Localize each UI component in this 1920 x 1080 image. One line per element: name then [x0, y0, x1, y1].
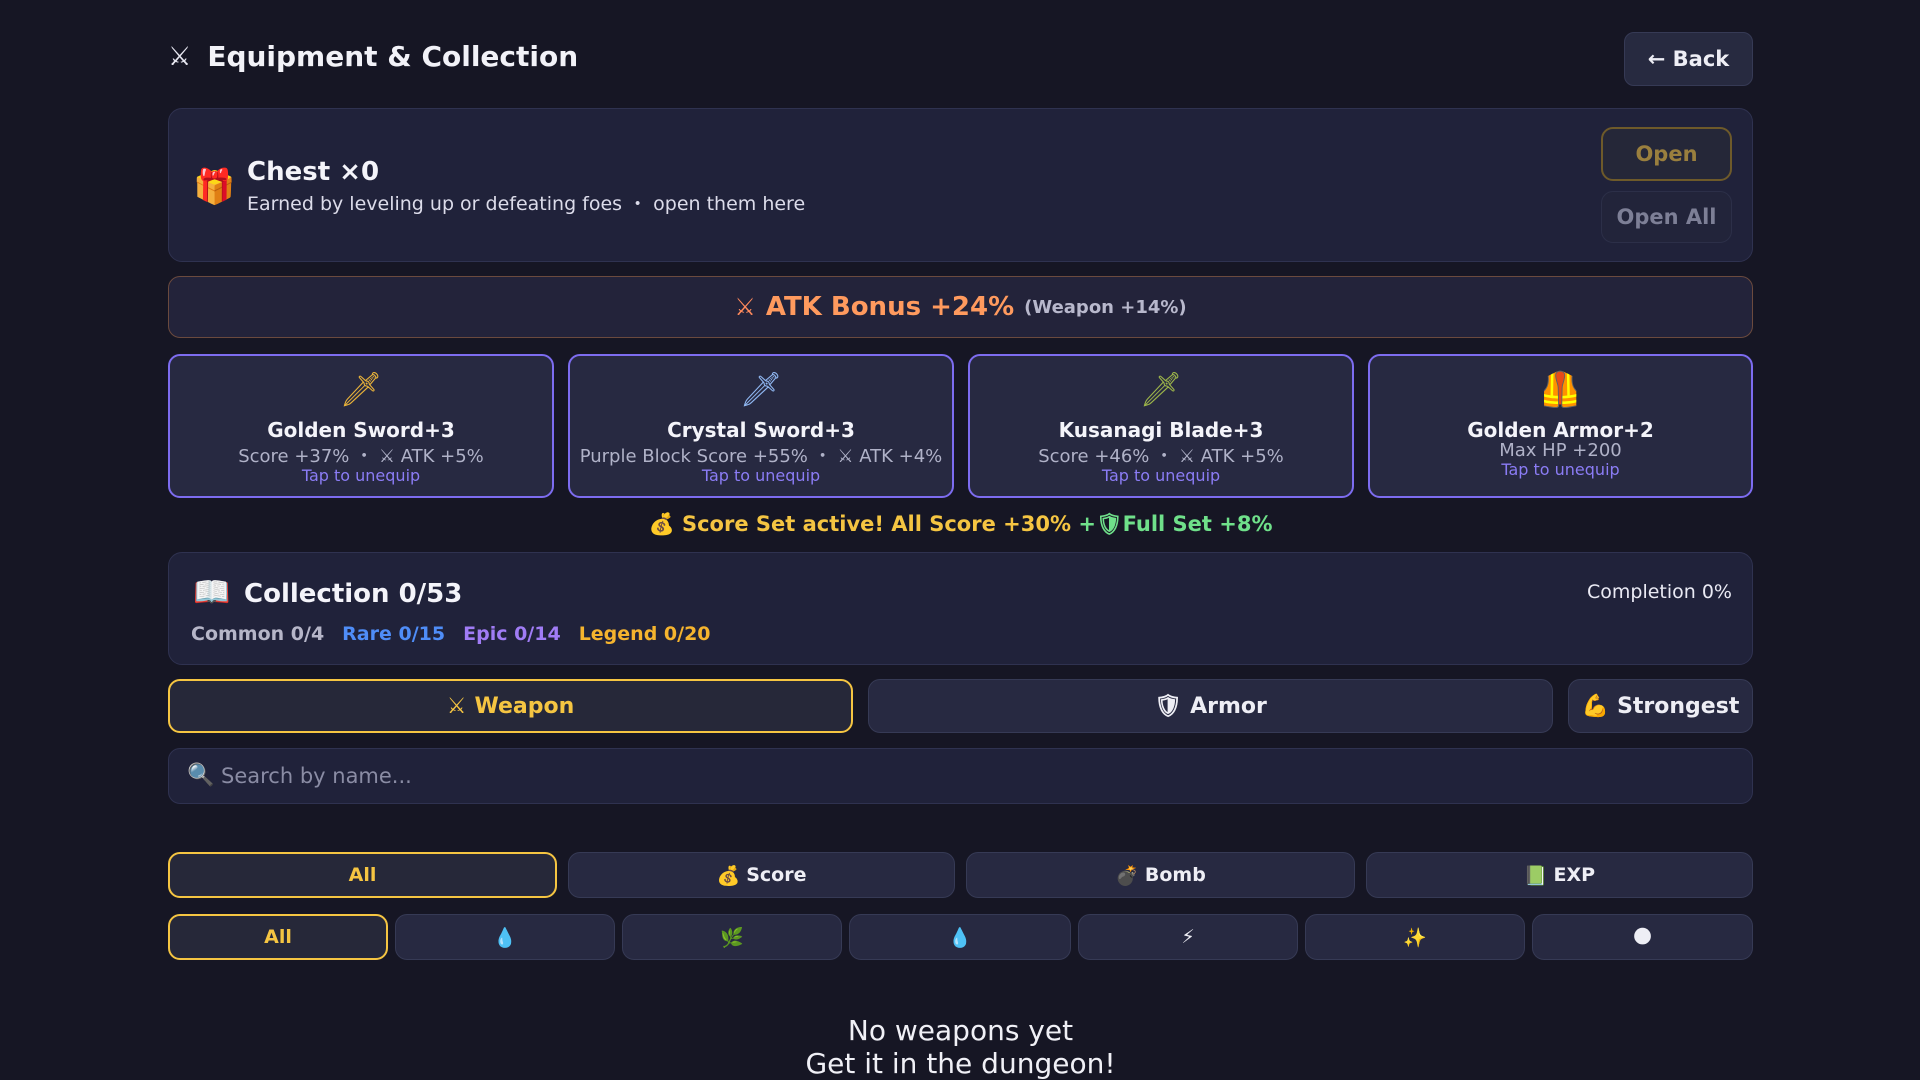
- item-name: Golden Armor+2: [1467, 418, 1654, 442]
- full-set-bonus: +🛡Full Set +8%: [1078, 512, 1273, 536]
- item-stats: Purple Block Score +55% ・ ⚔ ATK +4%: [579, 446, 943, 467]
- rarity-legend: Legend 0/20: [578, 623, 711, 645]
- tab-weapon[interactable]: ⚔ Weapon: [168, 679, 853, 733]
- empty-title: No weapons yet: [847, 1014, 1074, 1047]
- filter-type-bomb[interactable]: 💣 Bomb: [966, 852, 1355, 898]
- item-name: Kusanagi Blade+3: [1058, 418, 1264, 442]
- filter-type-score[interactable]: 💰 Score: [568, 852, 955, 898]
- golden-armor-icon: 🦺: [1539, 370, 1582, 410]
- collection-panel: 📖 Collection 0/53 Completion 0% Common 0…: [168, 552, 1753, 665]
- rarity-breakdown: Common 0/4 Rare 0/15 Epic 0/14 Legend 0/…: [191, 623, 711, 645]
- equipped-slot-crystal-sword[interactable]: 🗡 Crystal Sword+3 Purple Block Score +55…: [568, 354, 954, 498]
- search-box: 🔍: [168, 748, 1753, 804]
- gift-icon: 🎁: [193, 167, 236, 207]
- chest-count: Chest ×0: [247, 157, 380, 187]
- collection-count: Collection 0/53: [244, 579, 463, 609]
- bomb-icon: 💣: [1115, 864, 1139, 887]
- search-input[interactable]: [221, 757, 1721, 795]
- book-icon: 📖: [193, 575, 231, 610]
- equipped-slot-golden-armor[interactable]: 🦺 Golden Armor+2 Max HP +200 Tap to uneq…: [1368, 354, 1753, 498]
- shield-icon: 🛡: [1154, 693, 1183, 719]
- filter-label: EXP: [1553, 864, 1596, 886]
- rarity-rare: Rare 0/15: [342, 623, 446, 645]
- filter-label: Bomb: [1144, 864, 1206, 886]
- filter-element-wind-icon[interactable]: 🌿: [622, 914, 842, 960]
- back-button[interactable]: ← Back: [1624, 32, 1753, 86]
- atk-bonus-bar: ⚔ ATK Bonus +24% (Weapon +14%): [168, 276, 1753, 338]
- item-stats: Score +46% ・ ⚔ ATK +5%: [1038, 446, 1284, 467]
- tab-strongest[interactable]: 💪 Strongest: [1568, 679, 1753, 733]
- rarity-epic: Epic 0/14: [463, 623, 561, 645]
- crossed-swords-icon: ⚔: [446, 693, 467, 719]
- unequip-hint: Tap to unequip: [301, 466, 421, 485]
- item-stats: Score +37% ・ ⚔ ATK +5%: [238, 446, 484, 467]
- tab-armor[interactable]: 🛡 Armor: [868, 679, 1553, 733]
- open-all-chests-button[interactable]: Open All: [1601, 191, 1732, 243]
- filter-element-all[interactable]: All: [168, 914, 388, 960]
- tab-label: Weapon: [474, 693, 575, 719]
- score-set-bonus: 💰 Score Set active! All Score +30%: [648, 512, 1072, 536]
- page-title: ⚔ Equipment & Collection: [168, 40, 578, 73]
- item-stats: Max HP +200: [1499, 440, 1622, 461]
- header: ⚔ Equipment & Collection ← Back: [168, 32, 1753, 87]
- item-name: Crystal Sword+3: [667, 418, 855, 442]
- kusanagi-blade-icon: 🗡: [1139, 370, 1183, 410]
- golden-sword-icon: 🗡: [339, 370, 383, 410]
- chest-description: Earned by leveling up or defeating foes …: [247, 193, 806, 215]
- filter-element-lightning-icon[interactable]: ⚡: [1078, 914, 1298, 960]
- open-chest-button[interactable]: Open: [1601, 127, 1732, 181]
- filter-element-light-icon[interactable]: ✨: [1305, 914, 1525, 960]
- flexed-arm-icon: 💪: [1581, 693, 1610, 719]
- page-title-text: Equipment & Collection: [207, 40, 579, 73]
- unequip-hint: Tap to unequip: [701, 466, 821, 485]
- green-book-icon: 📗: [1523, 864, 1548, 887]
- atk-bonus-breakdown: (Weapon +14%): [1024, 296, 1187, 318]
- completion-percent: Completion 0%: [1586, 581, 1732, 603]
- filter-label: All: [348, 864, 377, 886]
- equipment-screen: ⚔ Equipment & Collection ← Back 🎁 Chest …: [168, 32, 1753, 1080]
- crossed-swords-icon: ⚔: [168, 41, 192, 72]
- set-bonus-status: 💰 Score Set active! All Score +30% +🛡Ful…: [168, 512, 1753, 537]
- filter-type-exp[interactable]: 📗 EXP: [1366, 852, 1753, 898]
- filter-type-all[interactable]: All: [168, 852, 557, 898]
- tab-label: Armor: [1190, 693, 1267, 719]
- equipped-slot-golden-sword[interactable]: 🗡 Golden Sword+3 Score +37% ・ ⚔ ATK +5% …: [168, 354, 554, 498]
- unequip-hint: Tap to unequip: [1501, 460, 1620, 479]
- rarity-common: Common 0/4: [191, 623, 325, 645]
- tab-label: Strongest: [1617, 693, 1740, 719]
- chest-panel: 🎁 Chest ×0 Earned by leveling up or defe…: [168, 108, 1753, 262]
- filter-label: Score: [746, 864, 807, 886]
- equipped-slot-kusanagi-blade[interactable]: 🗡 Kusanagi Blade+3 Score +46% ・ ⚔ ATK +5…: [968, 354, 1354, 498]
- empty-hint: Get it in the dungeon!: [805, 1047, 1116, 1080]
- atk-bonus-value: ATK Bonus +24%: [765, 292, 1015, 322]
- money-bag-icon: 💰: [716, 864, 741, 887]
- item-name: Golden Sword+3: [267, 418, 455, 442]
- equipped-items: 🗡 Golden Sword+3 Score +37% ・ ⚔ ATK +5% …: [168, 354, 1753, 498]
- empty-state: No weapons yet Get it in the dungeon!: [168, 1014, 1753, 1080]
- crossed-swords-icon: ⚔: [734, 293, 756, 321]
- unequip-hint: Tap to unequip: [1101, 466, 1221, 485]
- search-icon: 🔍: [187, 763, 215, 788]
- crystal-sword-icon: 🗡: [739, 370, 783, 410]
- filter-element-droplet-icon[interactable]: 💧: [849, 914, 1071, 960]
- filter-element-water-icon[interactable]: 💧: [395, 914, 615, 960]
- filter-element-dark-icon[interactable]: 🌑: [1532, 914, 1753, 960]
